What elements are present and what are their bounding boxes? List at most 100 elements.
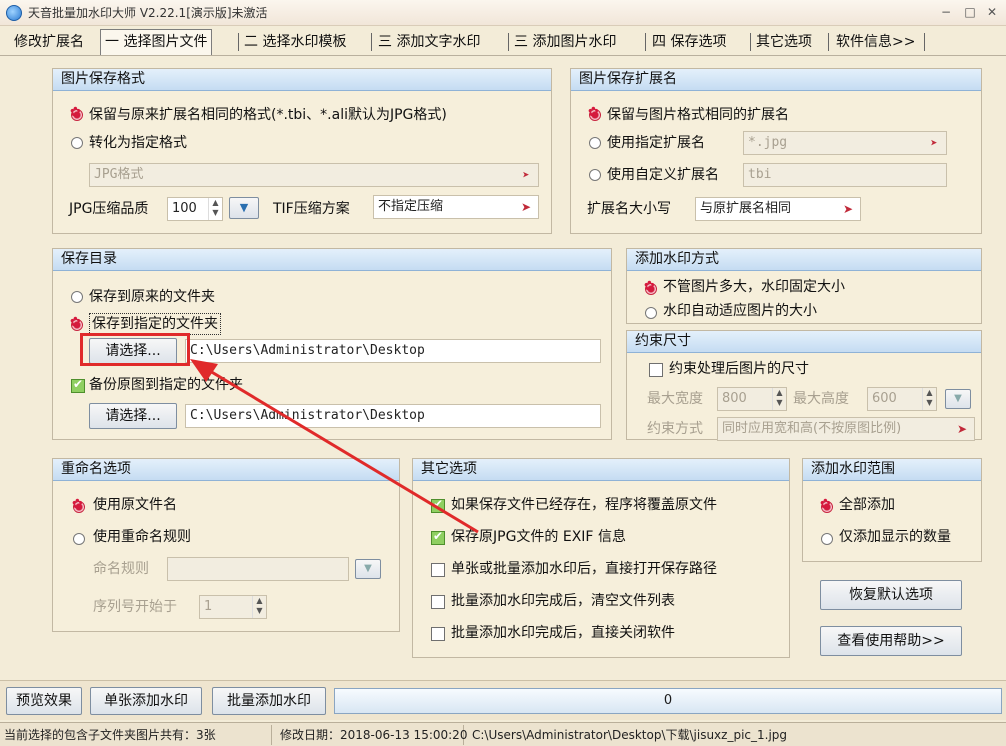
radio-auto-size[interactable] xyxy=(645,307,657,319)
radio-specified-folder[interactable] xyxy=(70,315,83,331)
tab-text-watermark[interactable]: 三 添加文字水印 xyxy=(374,30,484,54)
spinner-arrows-icon[interactable]: ▲ ▼ xyxy=(252,596,266,618)
title-bar: 天音批量加水印大师 V2.22.1[演示版]未激活 − □ ✕ xyxy=(0,0,1006,26)
checkbox-backup-original[interactable] xyxy=(71,377,85,393)
radio-specified-ext[interactable] xyxy=(589,137,601,149)
close-app-label: 批量添加水印完成后，直接关闭软件 xyxy=(451,625,675,641)
sequence-start-value: 1 xyxy=(204,599,213,614)
convert-format-label: 转化为指定格式 xyxy=(89,135,187,151)
tab-separator xyxy=(508,33,509,51)
tab-save-options[interactable]: 四 保存选项 xyxy=(648,30,730,54)
sequence-start-spinner[interactable]: 1 ▲ ▼ xyxy=(199,595,267,619)
tab-select-template[interactable]: 二 选择水印模板 xyxy=(240,30,350,54)
max-height-label: 最大高度 xyxy=(793,391,849,407)
checkbox-keep-exif[interactable] xyxy=(431,529,445,545)
radio-fixed-size[interactable] xyxy=(644,279,657,295)
checkbox-overwrite[interactable] xyxy=(431,497,445,513)
keep-format-label: 保留与原来扩展名相同的格式(*.tbi、*.ali默认为JPG格式) xyxy=(89,107,447,123)
checkbox-clear-list[interactable] xyxy=(431,595,445,609)
specified-ext-value: *.jpg xyxy=(748,135,788,150)
status-bar: 当前选择的包含子文件夹图片共有：3张 修改日期：2018-06-13 15:00… xyxy=(0,722,1006,746)
backup-path-input[interactable]: C:\Users\Administrator\Desktop xyxy=(185,404,601,428)
other-options-title: 其它选项 xyxy=(413,459,789,481)
radio-original-folder[interactable] xyxy=(71,291,83,303)
radio-add-all[interactable] xyxy=(820,497,833,513)
preview-button[interactable]: 预览效果 xyxy=(6,687,82,715)
single-watermark-button[interactable]: 单张添加水印 xyxy=(90,687,202,715)
status-file-path: C:\Users\Administrator\Desktop\下载\jisuxz… xyxy=(472,728,788,742)
jpg-quality-spinner[interactable]: 100 ▲ ▼ xyxy=(167,197,223,221)
close-button[interactable]: ✕ xyxy=(982,4,1002,20)
open-path-label: 单张或批量添加水印后，直接打开保存路径 xyxy=(451,561,717,577)
checkbox-open-path[interactable] xyxy=(431,563,445,577)
checkbox-constrain-size[interactable] xyxy=(649,363,663,377)
radio-same-ext[interactable] xyxy=(588,105,601,121)
batch-watermark-button[interactable]: 批量添加水印 xyxy=(212,687,326,715)
spinner-arrows-icon[interactable]: ▲ ▼ xyxy=(922,388,936,410)
annotation-highlight-box xyxy=(80,333,190,366)
save-ext-panel: 图片保存扩展名 保留与图片格式相同的扩展名 使用指定扩展名 *.jpg ➤ 使用… xyxy=(570,68,982,234)
rename-title: 重命名选项 xyxy=(53,459,399,481)
tif-compression-value: 不指定压缩 xyxy=(378,199,444,214)
save-dir-title: 保存目录 xyxy=(53,249,611,271)
progress-bar: 0 xyxy=(334,688,1002,714)
max-height-spinner[interactable]: 600 ▲ ▼ xyxy=(867,387,937,411)
format-select[interactable]: JPG格式 ➤ xyxy=(89,163,539,187)
tab-separator xyxy=(924,33,925,51)
spinner-arrows-icon[interactable]: ▲ ▼ xyxy=(772,388,786,410)
constraint-mode-select[interactable]: 同时应用宽和高(不按原图比例) ➤ xyxy=(717,417,975,441)
constraint-panel: 约束尺寸 约束处理后图片的尺寸 最大宽度 800 ▲ ▼ 最大高度 600 ▲ ▼ … xyxy=(626,330,982,441)
maximize-button[interactable]: □ xyxy=(960,4,980,20)
radio-add-visible[interactable] xyxy=(821,533,833,545)
auto-size-label: 水印自动适应图片的大小 xyxy=(663,303,817,319)
size-dropdown-button[interactable]: ▼ xyxy=(945,389,971,409)
restore-defaults-button[interactable]: 恢复默认选项 xyxy=(820,580,962,610)
dropdown-arrow-icon: ➤ xyxy=(842,202,854,216)
save-path-input[interactable]: C:\Users\Administrator\Desktop xyxy=(185,339,601,363)
checkbox-close-app[interactable] xyxy=(431,627,445,641)
radio-original-name[interactable] xyxy=(72,497,85,513)
tab-select-images[interactable]: 一 选择图片文件 xyxy=(100,29,213,55)
tab-rename-ext[interactable]: 修改扩展名 xyxy=(10,30,88,54)
tab-image-watermark[interactable]: 三 添加图片水印 xyxy=(510,30,620,54)
max-width-label: 最大宽度 xyxy=(647,391,703,407)
tab-other-options[interactable]: 其它选项 xyxy=(752,30,816,54)
constraint-mode-label: 约束方式 xyxy=(647,421,703,437)
save-ext-title: 图片保存扩展名 xyxy=(571,69,981,91)
jpg-quality-value: 100 xyxy=(172,201,197,216)
format-select-value: JPG格式 xyxy=(94,167,144,182)
constrain-size-label: 约束处理后图片的尺寸 xyxy=(669,361,809,377)
watermark-range-title: 添加水印范围 xyxy=(803,459,981,481)
status-image-count: 当前选择的包含子文件夹图片共有：3张 xyxy=(0,725,272,745)
tif-compression-select[interactable]: 不指定压缩 ➤ xyxy=(373,195,539,219)
save-format-panel: 图片保存格式 保留与原来扩展名相同的格式(*.tbi、*.ali默认为JPG格式… xyxy=(52,68,552,234)
choose-backup-folder-button[interactable]: 请选择... xyxy=(89,403,177,429)
tab-separator xyxy=(645,33,646,51)
quality-dropdown-button[interactable]: ▼ xyxy=(229,197,259,219)
tab-separator xyxy=(238,33,239,51)
minimize-button[interactable]: − xyxy=(936,4,956,20)
spinner-arrows-icon[interactable]: ▲ ▼ xyxy=(208,198,222,220)
naming-rule-input[interactable] xyxy=(167,557,349,581)
radio-convert-format[interactable] xyxy=(71,137,83,149)
custom-ext-input[interactable]: tbi xyxy=(743,163,947,187)
max-width-value: 800 xyxy=(722,391,747,406)
naming-rule-dropdown-button[interactable]: ▼ xyxy=(355,559,381,579)
specified-ext-label: 使用指定扩展名 xyxy=(607,135,705,151)
tab-separator xyxy=(371,33,372,51)
constraint-title: 约束尺寸 xyxy=(627,331,981,353)
radio-rename-rule[interactable] xyxy=(73,533,85,545)
ext-case-select[interactable]: 与原扩展名相同 ➤ xyxy=(695,197,861,221)
dropdown-arrow-icon: ➤ xyxy=(930,136,938,150)
radio-custom-ext[interactable] xyxy=(589,169,601,181)
radio-keep-format[interactable] xyxy=(70,105,83,121)
tab-software-info[interactable]: 软件信息>> xyxy=(832,30,919,54)
view-help-button[interactable]: 查看使用帮助>> xyxy=(820,626,962,656)
specified-ext-select[interactable]: *.jpg ➤ xyxy=(743,131,947,155)
other-options-panel: 其它选项 如果保存文件已经存在，程序将覆盖原文件 保存原JPG文件的 EXIF … xyxy=(412,458,790,658)
watermark-mode-title: 添加水印方式 xyxy=(627,249,981,271)
max-width-spinner[interactable]: 800 ▲ ▼ xyxy=(717,387,787,411)
dropdown-arrow-icon: ➤ xyxy=(956,422,968,436)
rename-panel: 重命名选项 使用原文件名 使用重命名规则 命名规则 ▼ 序列号开始于 1 ▲▼ xyxy=(52,458,400,632)
backup-original-label: 备份原图到指定的文件夹 xyxy=(89,377,243,393)
